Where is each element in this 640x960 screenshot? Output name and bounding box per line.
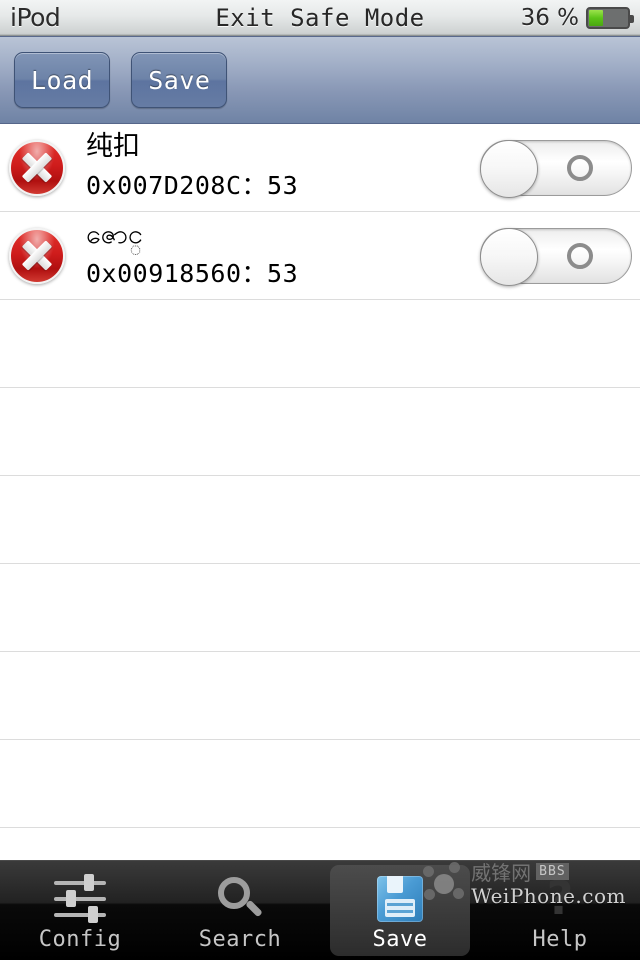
entry-list[interactable]: 纯扣 0x007D208C：53 ဇောင္ 0x00918560：53 — [0, 124, 640, 860]
tab-label: Config — [38, 927, 122, 952]
save-button[interactable]: Save — [131, 52, 228, 108]
tab-label: Save — [372, 927, 428, 952]
list-item-empty — [0, 652, 640, 740]
tab-config[interactable]: Config — [0, 861, 160, 960]
list-item-address: 0x007D208C：53 — [86, 171, 299, 201]
tab-bar: Config Search Save? Help — [0, 860, 640, 960]
status-bar-right: 36 % — [520, 4, 634, 31]
list-item-text: 纯扣 0x007D208C：53 — [86, 130, 480, 202]
tab-save[interactable]: Save — [320, 861, 480, 960]
list-item-empty — [0, 564, 640, 652]
delete-circle-icon[interactable] — [9, 139, 65, 196]
magnifier-icon — [218, 873, 263, 925]
load-button[interactable]: Load — [14, 52, 111, 108]
delete-circle-icon[interactable] — [9, 227, 65, 284]
tab-help[interactable]: ? Help — [480, 861, 640, 960]
tab-label: Search — [198, 927, 282, 952]
battery-percentage: 36 % — [520, 4, 579, 31]
toggle-knob[interactable] — [480, 139, 538, 198]
toggle-knob[interactable] — [480, 227, 538, 286]
tab-search[interactable]: Search — [160, 861, 320, 960]
list-item-title: ဇောင္ — [86, 218, 143, 250]
battery-fill — [589, 9, 603, 26]
list-item-text: ဇောင္ 0x00918560：53 — [86, 218, 480, 290]
status-bar: iPod Exit Safe Mode 36 % — [0, 0, 640, 36]
sliders-icon — [54, 873, 106, 925]
toggle-off-marker — [567, 154, 593, 181]
enable-toggle[interactable] — [480, 227, 632, 286]
list-item-address: 0x00918560：53 — [86, 259, 299, 289]
list-item-empty — [0, 828, 640, 860]
list-item-title: 纯扣 — [86, 130, 140, 162]
list-item[interactable]: 纯扣 0x007D208C：53 — [0, 124, 640, 212]
toolbar: Load Save — [0, 36, 640, 124]
question-mark-icon: ? — [546, 871, 574, 925]
list-item-empty — [0, 740, 640, 828]
list-item-empty — [0, 388, 640, 476]
app-screen: iPod Exit Safe Mode 36 % Load Save 纯扣 0x0… — [0, 0, 640, 960]
enable-toggle[interactable] — [480, 139, 632, 198]
list-item[interactable]: ဇောင္ 0x00918560：53 — [0, 212, 640, 300]
floppy-disk-icon — [377, 873, 423, 925]
list-item-empty — [0, 300, 640, 388]
tab-label: Help — [532, 927, 588, 952]
list-item-empty — [0, 476, 640, 564]
battery-icon — [586, 6, 634, 29]
toggle-off-marker — [567, 242, 593, 269]
